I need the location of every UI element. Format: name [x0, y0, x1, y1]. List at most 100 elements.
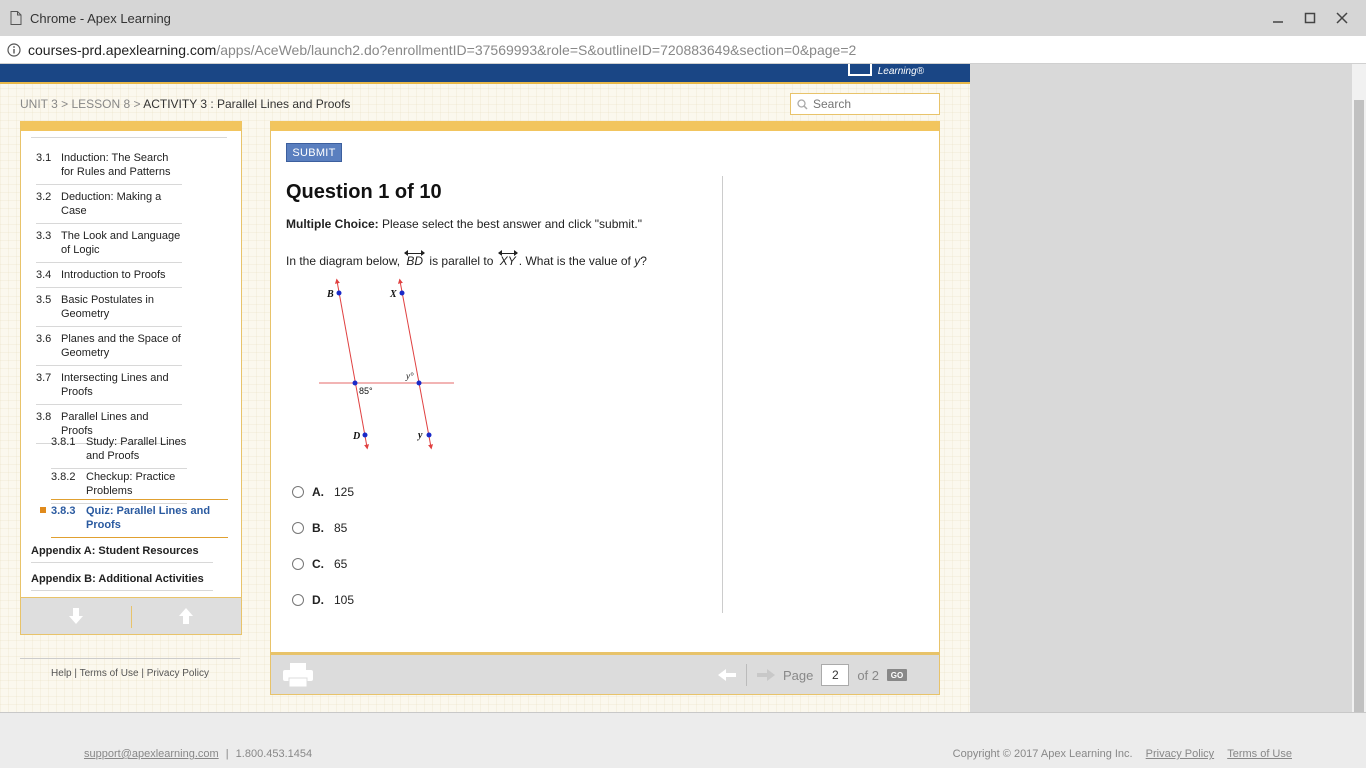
parallel-lines-diagram: B X D y 85° y° [319, 278, 454, 450]
item-label: Study: Parallel Lines and Proofs [86, 436, 187, 462]
sidebar-item-3-8-3[interactable]: 3.8.3 Quiz: Parallel Lines and Proofs [40, 499, 228, 538]
sidebar-item-3-8-1[interactable]: 3.8.1 Study: Parallel Lines and Proofs [51, 435, 187, 469]
window-titlebar: Chrome - Apex Learning [0, 0, 1366, 36]
page-total: of 2 [857, 667, 879, 683]
line-xy-symbol: XY [497, 250, 518, 268]
search-input[interactable] [813, 97, 933, 111]
item-number: 3.5 [36, 294, 52, 306]
go-button[interactable]: GO [887, 669, 907, 681]
next-page-icon[interactable] [756, 669, 775, 681]
item-number: 3.1 [36, 152, 52, 164]
footer-legal: Copyright © 2017 Apex Learning Inc. Priv… [953, 748, 1292, 760]
current-item-marker [40, 507, 46, 513]
option-value: 65 [334, 557, 348, 571]
item-label: Planes and the Space of Geometry [61, 333, 181, 359]
question-text-part: is parallel to [426, 254, 497, 268]
sidebar-item-3-7[interactable]: 3.7 Intersecting Lines and Proofs [36, 371, 182, 405]
close-button[interactable] [1326, 0, 1358, 36]
radio-button[interactable] [292, 558, 304, 570]
sidebar-item-3-4[interactable]: 3.4 Introduction to Proofs [36, 268, 182, 288]
breadcrumb-separator: > [57, 97, 72, 111]
breadcrumb-lesson[interactable]: LESSON 8 [71, 97, 130, 111]
breadcrumb-separator: > [130, 97, 144, 111]
footer-terms-link[interactable]: Terms of Use [1227, 748, 1292, 760]
answer-option-b[interactable]: B. 85 [292, 521, 347, 535]
maximize-button[interactable] [1294, 0, 1326, 36]
help-link[interactable]: Help [51, 668, 72, 679]
column-divider [722, 176, 723, 613]
instructions-label: Multiple Choice: [286, 217, 379, 231]
angle-y-label: y° [405, 371, 414, 381]
point-b [336, 290, 342, 296]
link-separator: | [74, 668, 78, 679]
question-text-part: ? [640, 254, 647, 268]
scroll-down-button[interactable] [21, 598, 131, 634]
answer-option-c[interactable]: C. 65 [292, 557, 347, 571]
scroll-up-button[interactable] [132, 598, 242, 634]
question-title: Question 1 of 10 [286, 181, 442, 203]
search-box[interactable] [790, 93, 940, 115]
window-title: Chrome - Apex Learning [30, 10, 171, 26]
sidebar-item-3-3[interactable]: 3.3 The Look and Language of Logic [36, 229, 182, 263]
item-label: Introduction to Proofs [61, 269, 166, 281]
url-text[interactable]: courses-prd.apexlearning.com/apps/AceWeb… [28, 42, 856, 58]
item-label: Induction: The Search for Rules and Patt… [61, 152, 171, 178]
sidebar-appendix-b[interactable]: Appendix B: Additional Activities [31, 573, 213, 591]
breadcrumb: UNIT 3 > LESSON 8 > ACTIVITY 3 : Paralle… [20, 97, 350, 111]
info-icon[interactable] [7, 42, 21, 57]
print-icon[interactable] [283, 663, 313, 687]
item-label: The Look and Language of Logic [61, 230, 181, 256]
submit-button[interactable]: SUBMIT [286, 143, 342, 162]
line-xy [398, 278, 433, 450]
privacy-link[interactable]: Privacy Policy [147, 668, 209, 679]
divider [31, 137, 227, 138]
page-label: Page [782, 667, 814, 683]
answer-option-d[interactable]: D. 105 [292, 593, 354, 607]
page-number-input[interactable] [821, 664, 850, 686]
sidebar-item-3-1[interactable]: 3.1 Induction: The Search for Rules and P… [36, 151, 182, 185]
question-footer: Page of 2 GO [270, 653, 940, 695]
arrow-down-icon [68, 608, 83, 624]
divider [745, 664, 747, 686]
radio-button[interactable] [292, 486, 304, 498]
item-number: 3.8.1 [51, 436, 76, 448]
sidebar-item-3-6[interactable]: 3.6 Planes and the Space of Geometry [36, 332, 182, 366]
close-icon [1336, 12, 1348, 24]
scrollbar-thumb[interactable] [1354, 100, 1364, 712]
item-number: 3.4 [36, 269, 52, 281]
arrow-up-icon [179, 608, 194, 624]
vertical-scrollbar[interactable] [1352, 64, 1366, 712]
sidebar-item-3-2[interactable]: 3.2 Deduction: Making a Case [36, 190, 182, 224]
address-bar[interactable]: courses-prd.apexlearning.com/apps/AceWeb… [0, 36, 1366, 64]
intersection-right [416, 380, 422, 386]
pager: Page of 2 GO [710, 664, 907, 686]
option-value: 125 [334, 485, 355, 499]
item-number: 3.3 [36, 230, 52, 242]
radio-button[interactable] [292, 594, 304, 606]
sidebar-item-3-5[interactable]: 3.5 Basic Postulates in Geometry [36, 293, 182, 327]
answer-option-a[interactable]: A. 125 [292, 485, 354, 499]
footer-privacy-link[interactable]: Privacy Policy [1146, 748, 1214, 760]
search-icon [797, 98, 808, 110]
option-letter: D. [312, 593, 324, 607]
terms-link[interactable]: Terms of Use [80, 668, 139, 679]
breadcrumb-unit[interactable]: UNIT 3 [20, 97, 58, 111]
instructions-text: Please select the best answer and click … [378, 217, 642, 231]
line-bd-symbol: BD [404, 250, 425, 268]
url-host: courses-prd.apexlearning.com [28, 41, 217, 58]
point-d [362, 432, 368, 438]
item-number: 3.8 [36, 411, 52, 423]
minimize-button[interactable] [1262, 0, 1294, 36]
item-label: Checkup: Practice Problems [86, 471, 176, 497]
previous-page-icon[interactable] [717, 669, 736, 681]
support-phone: 1.800.453.1454 [235, 748, 313, 760]
point-y [426, 432, 432, 438]
top-nav-bar: Learning® [0, 64, 970, 84]
sidebar-appendix-a[interactable]: Appendix A: Student Resources [31, 545, 213, 563]
support-email-link[interactable]: support@apexlearning.com [84, 748, 219, 760]
apex-logo-text: Learning® [877, 66, 924, 77]
intersection-left [352, 380, 358, 386]
item-number: 3.6 [36, 333, 52, 345]
radio-button[interactable] [292, 522, 304, 534]
window-controls [1262, 0, 1358, 36]
